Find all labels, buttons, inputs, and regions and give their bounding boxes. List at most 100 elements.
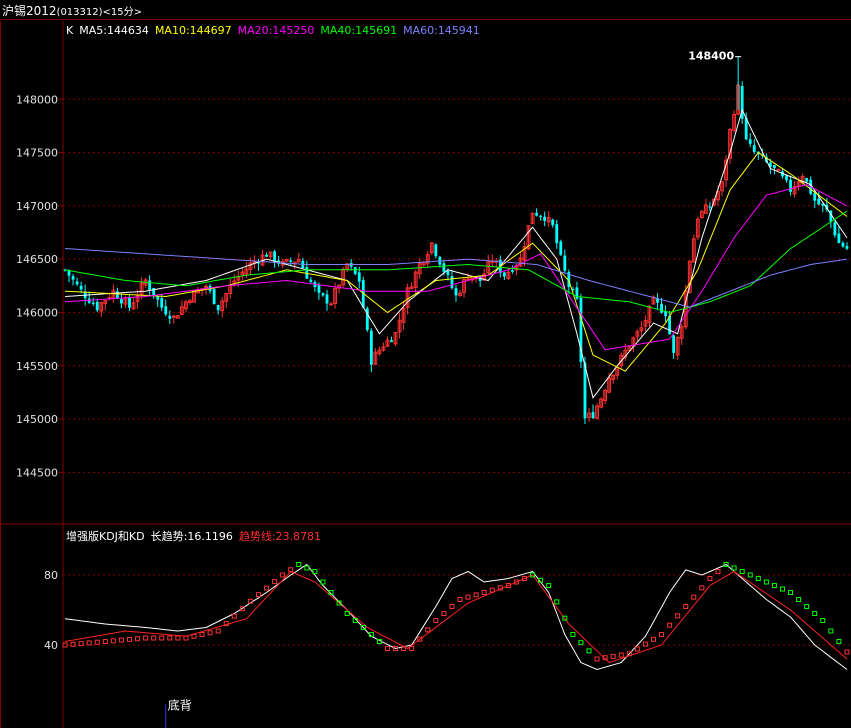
candle-down	[434, 244, 438, 257]
kdj-j-mark	[554, 599, 560, 605]
candle-down	[321, 293, 325, 296]
kdj-j-mark	[715, 569, 721, 574]
price-tick-label: 145000	[16, 413, 58, 426]
kdj-j-mark	[118, 637, 124, 643]
candle-down	[789, 179, 792, 192]
kdj-legend-entry-2: 趋势线:23.8781	[239, 529, 321, 543]
high-marker-label: 148400	[688, 50, 734, 63]
candle-down	[265, 254, 268, 257]
kdj-j-mark	[102, 639, 108, 644]
candle-down	[160, 298, 164, 308]
kdj-j-mark	[771, 583, 777, 588]
kline-chart[interactable]: 148000 147500 147000 146500 146000 145500 1450…	[0, 0, 851, 728]
kdj-j-mark	[642, 641, 648, 647]
candle-down	[833, 222, 837, 236]
kdj-j-mark	[449, 604, 455, 609]
kdj-j-mark	[167, 635, 173, 641]
candle-down	[708, 206, 712, 208]
chart-window: 沪锡2012(013312)<15分> 148000 147500 147000 14…	[0, 0, 851, 728]
kdj-j-mark	[739, 569, 745, 574]
divergence-label: 底背	[168, 698, 192, 713]
kdj-j-mark	[836, 639, 842, 644]
kdj-legend-entry-1: 长趋势:16.1196	[151, 530, 233, 543]
candle-down	[559, 241, 563, 255]
candle-down	[660, 303, 663, 313]
kdj-j-mark	[159, 635, 165, 641]
kdj-j-mark	[788, 590, 794, 595]
kdj-j-mark	[255, 592, 261, 598]
candle-down	[79, 285, 83, 290]
kdj-j-mark	[433, 618, 439, 623]
ma-line-ma10	[64, 151, 848, 372]
candle-down	[551, 219, 555, 226]
price-tick-label: 145500	[16, 360, 58, 373]
candle-down	[539, 215, 543, 218]
kdj-j-mark	[207, 630, 213, 636]
candle-down	[95, 301, 99, 311]
kdj-j-mark	[634, 646, 640, 652]
kdj-j-mark	[578, 640, 584, 646]
kdj-j-mark	[110, 638, 116, 644]
kdj-j-mark	[707, 576, 713, 581]
ma-legend-entry-1: MA5:144634	[79, 24, 149, 37]
kdj-j-mark	[610, 653, 616, 659]
kdj-j-mark	[683, 604, 689, 609]
kdj-j-mark	[804, 604, 810, 609]
kdj-series-D	[64, 570, 848, 664]
kdj-j-mark	[126, 636, 132, 642]
kdj-j-mark	[546, 583, 552, 588]
kdj-j-mark	[618, 652, 624, 658]
kdj-j-mark	[94, 639, 100, 645]
kdj-j-mark	[699, 585, 705, 591]
kdj-j-mark	[691, 594, 697, 600]
candle-down	[212, 289, 216, 305]
candle-down	[168, 315, 172, 319]
kdj-j-mark	[473, 592, 479, 598]
kdj-j-mark	[384, 646, 390, 651]
kdj-legend-entry-0: 增强版KDJ和KD	[66, 529, 145, 543]
candle-down	[543, 216, 547, 222]
kdj-series-K	[64, 563, 848, 671]
candle-down	[216, 304, 220, 311]
price-tick-label: 147500	[16, 147, 58, 160]
candle-down	[845, 245, 849, 249]
kdj-j-mark	[731, 565, 737, 571]
candle-down	[817, 198, 821, 205]
kdj-j-mark	[425, 627, 431, 633]
ma-legend-entry-2: MA10:144697	[155, 24, 232, 37]
candle-down	[837, 233, 841, 244]
kdj-j-mark	[70, 641, 76, 647]
ma-legend-entry-3: MA20:145250	[238, 24, 315, 37]
price-tick-label: 148000	[16, 93, 58, 106]
price-tick-label: 146000	[16, 306, 58, 319]
kdj-j-mark	[828, 628, 834, 634]
kdj-j-mark	[650, 636, 656, 642]
candle-down	[309, 279, 313, 282]
candle-up	[171, 315, 176, 318]
kdj-j-mark	[812, 611, 818, 616]
kdj-j-mark	[175, 635, 181, 641]
kdj-j-mark	[659, 632, 665, 637]
price-tick-label: 144500	[16, 466, 58, 479]
candle-down	[148, 280, 152, 290]
kdj-j-mark	[296, 562, 302, 567]
kdj-j-mark	[143, 635, 149, 641]
candle-down	[752, 145, 756, 152]
kdj-j-mark	[199, 632, 205, 637]
candle-up	[329, 303, 333, 306]
candle-down	[325, 294, 329, 304]
candle-down	[353, 267, 357, 275]
candle-down	[555, 224, 559, 244]
candle-down	[805, 177, 809, 182]
candle-down	[357, 272, 361, 282]
candle-down	[841, 242, 845, 247]
candle-down	[369, 330, 373, 365]
kdj-j-mark	[86, 640, 92, 646]
kdj-tick-label: 40	[44, 639, 58, 652]
candle-down	[785, 175, 788, 181]
candle-down	[773, 165, 776, 169]
ma-legend-entry-4: MA40:145691	[320, 24, 397, 37]
kdj-j-mark	[481, 590, 487, 595]
kdj-j-mark	[151, 635, 157, 641]
price-tick-label: 146500	[16, 253, 58, 266]
